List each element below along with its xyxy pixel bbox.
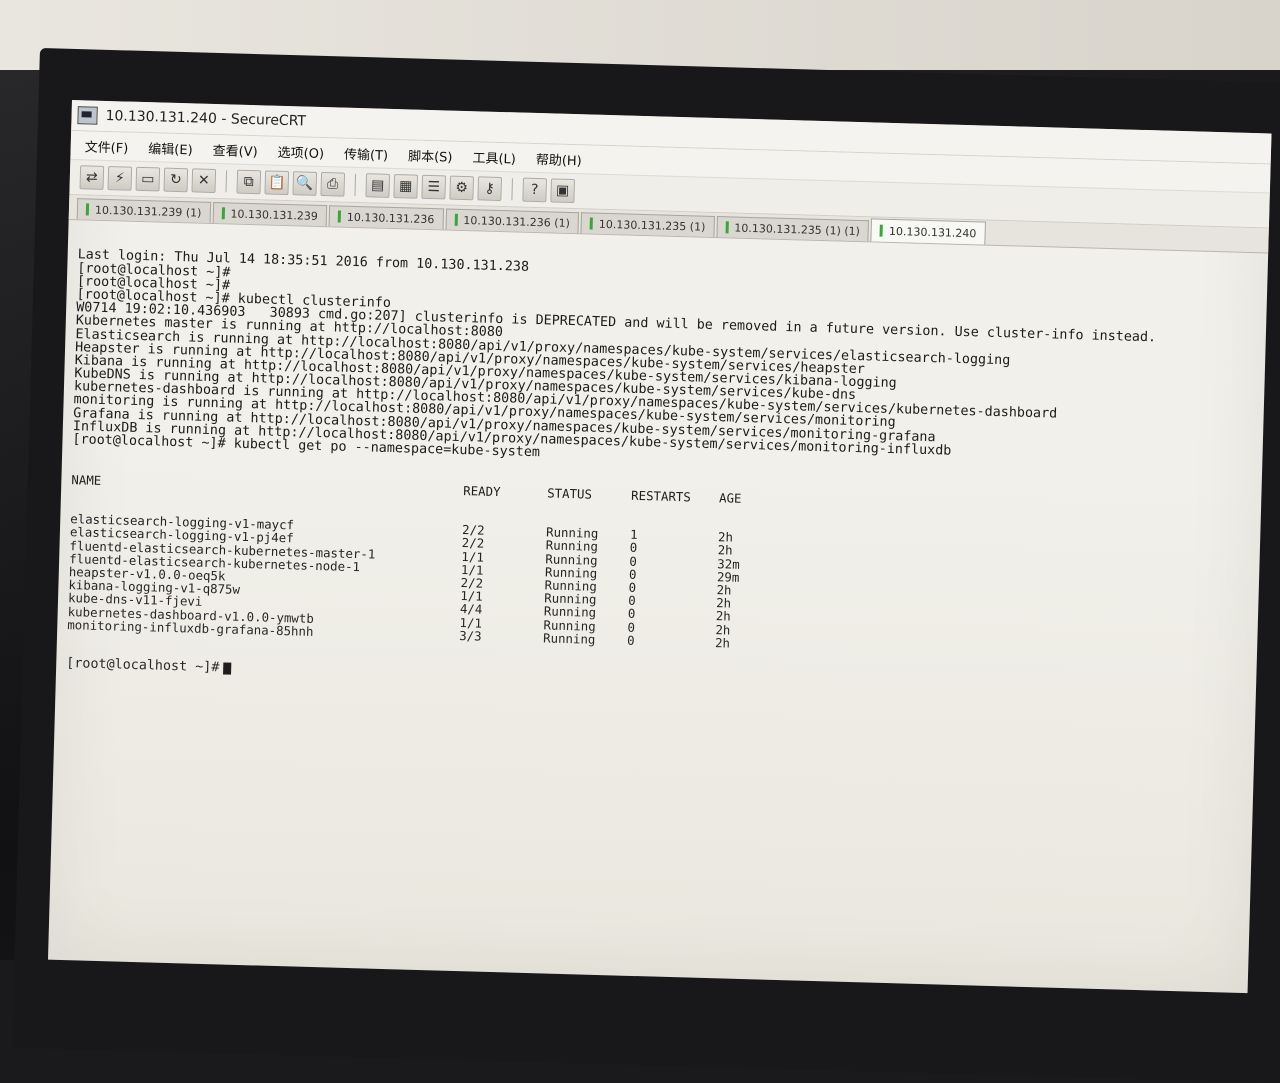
toolbar-button[interactable]: ⧉ (236, 169, 262, 195)
pod-cell: 2h (714, 634, 731, 651)
toolbar-button[interactable]: 📋 (264, 170, 290, 196)
pods-table-header: NAME READY STATUS RESTARTS AGE (71, 471, 1251, 519)
session-tab[interactable]: 10.130.131.235 (1) (580, 212, 715, 237)
session-tab[interactable]: 10.130.131.239 (1) (76, 198, 211, 223)
toolbar-button[interactable]: 🔍 (292, 171, 318, 196)
pods-column-header: READY (463, 482, 501, 499)
toolbar-button[interactable]: ▭ (135, 166, 161, 192)
global-options-icon: ⚙ (455, 179, 469, 197)
toolbar-button[interactable]: ✕ (191, 168, 217, 194)
connection-status-icon (337, 210, 342, 223)
disconnect-icon: ✕ (197, 172, 210, 189)
pods-column-header: NAME (71, 471, 102, 488)
connection-status-icon (454, 213, 458, 226)
pod-cell: 0 (626, 632, 635, 648)
prompt-line: [root@localhost ~]# (66, 656, 1246, 703)
session-tab-label: 10.130.131.236 (1) (463, 213, 571, 230)
session-tab[interactable]: 10.130.131.239 (212, 201, 328, 227)
toolbar-button[interactable]: ⇄ (79, 165, 105, 190)
toolbar-button[interactable]: ☰ (421, 174, 447, 200)
connection-status-icon (725, 221, 729, 234)
toolbar-button[interactable]: ⚡ (107, 166, 133, 191)
toolbar-button[interactable]: ▤ (365, 173, 391, 198)
session-tab[interactable]: 10.130.131.240 (870, 218, 986, 245)
copy-icon: ⧉ (243, 173, 255, 191)
session-tab[interactable]: 10.130.131.236 (328, 205, 444, 230)
connect-tab-icon: ▭ (140, 170, 155, 188)
connection-status-icon (589, 217, 594, 230)
pod-cell: Running (542, 630, 596, 647)
session-tab[interactable]: 10.130.131.235 (1) (1) (716, 216, 870, 242)
log-icon: ▤ (370, 177, 385, 194)
connection-status-icon (85, 203, 90, 216)
terminal-output[interactable]: Last login: Thu Jul 14 18:35:51 2016 fro… (55, 220, 1268, 730)
toolbar-separator (225, 170, 228, 193)
key-icon: ⚷ (484, 180, 496, 197)
session-tab-label: 10.130.131.235 (1) (598, 217, 706, 234)
session-options-icon: ☰ (427, 178, 441, 196)
connect-icon: ⇄ (85, 169, 98, 186)
menu-help[interactable]: 帮助(H) (536, 148, 582, 168)
session-tab-label: 10.130.131.240 (888, 224, 977, 240)
menu-script[interactable]: 脚本(S) (408, 145, 453, 165)
toolbar-button[interactable]: ? (522, 177, 547, 203)
print-icon: ⎙ (326, 176, 339, 193)
securecrt-window: 10.130.131.240 - SecureCRT 文件(F) 编辑(E) 查… (47, 100, 1272, 994)
menu-transfer[interactable]: 传输(T) (344, 143, 389, 163)
window-title: 10.130.131.240 - SecureCRT (105, 107, 307, 130)
pod-cell: 3/3 (458, 627, 482, 644)
toolbar-button[interactable]: ▣ (550, 178, 575, 204)
pods-table-body: elasticsearch-logging-v1-maycf 2/2 Running… (67, 511, 1250, 664)
menu-options[interactable]: 选项(O) (277, 141, 324, 161)
securecrt-app-icon (77, 106, 98, 125)
shell-prompt: [root@localhost ~]# (66, 656, 220, 676)
terminal-lines: Last login: Thu Jul 14 18:35:51 2016 fro… (72, 248, 1257, 480)
menu-file[interactable]: 文件(F) (84, 136, 128, 156)
find-icon: 🔍 (295, 175, 314, 192)
session-tab[interactable]: 10.130.131.236 (1) (445, 208, 580, 234)
connection-status-icon (221, 207, 225, 220)
session-tab-label: 10.130.131.239 (1) (94, 203, 202, 220)
pods-column-header: AGE (718, 489, 742, 506)
toolbar-button[interactable]: ▦ (393, 174, 419, 199)
pods-column-header: STATUS (547, 485, 593, 502)
text-cursor (223, 662, 232, 675)
help-icon: ? (530, 181, 539, 199)
menu-view[interactable]: 查看(V) (212, 139, 258, 159)
quick-connect-icon: ⚡ (114, 170, 125, 187)
menu-tools[interactable]: 工具(L) (472, 147, 516, 167)
print-screen-icon: ▦ (398, 178, 413, 195)
session-tab-label: 10.130.131.236 (346, 210, 435, 226)
toolbar-button[interactable]: ↻ (163, 167, 189, 193)
pods-column-header: RESTARTS (630, 487, 692, 505)
connection-status-icon (879, 224, 884, 237)
paste-icon: 📋 (267, 174, 286, 191)
reconnect-icon: ↻ (169, 171, 182, 189)
toolbar-separator (354, 173, 357, 196)
toolbar-button[interactable]: ⎙ (320, 171, 346, 197)
map-icon: ▣ (555, 182, 570, 199)
session-tab-label: 10.130.131.235 (1) (1) (734, 221, 861, 238)
session-tab-label: 10.130.131.239 (230, 206, 319, 223)
menu-edit[interactable]: 编辑(E) (148, 138, 193, 158)
toolbar-separator (511, 178, 513, 201)
toolbar-button[interactable]: ⚷ (477, 176, 503, 202)
toolbar-button[interactable]: ⚙ (449, 175, 475, 201)
